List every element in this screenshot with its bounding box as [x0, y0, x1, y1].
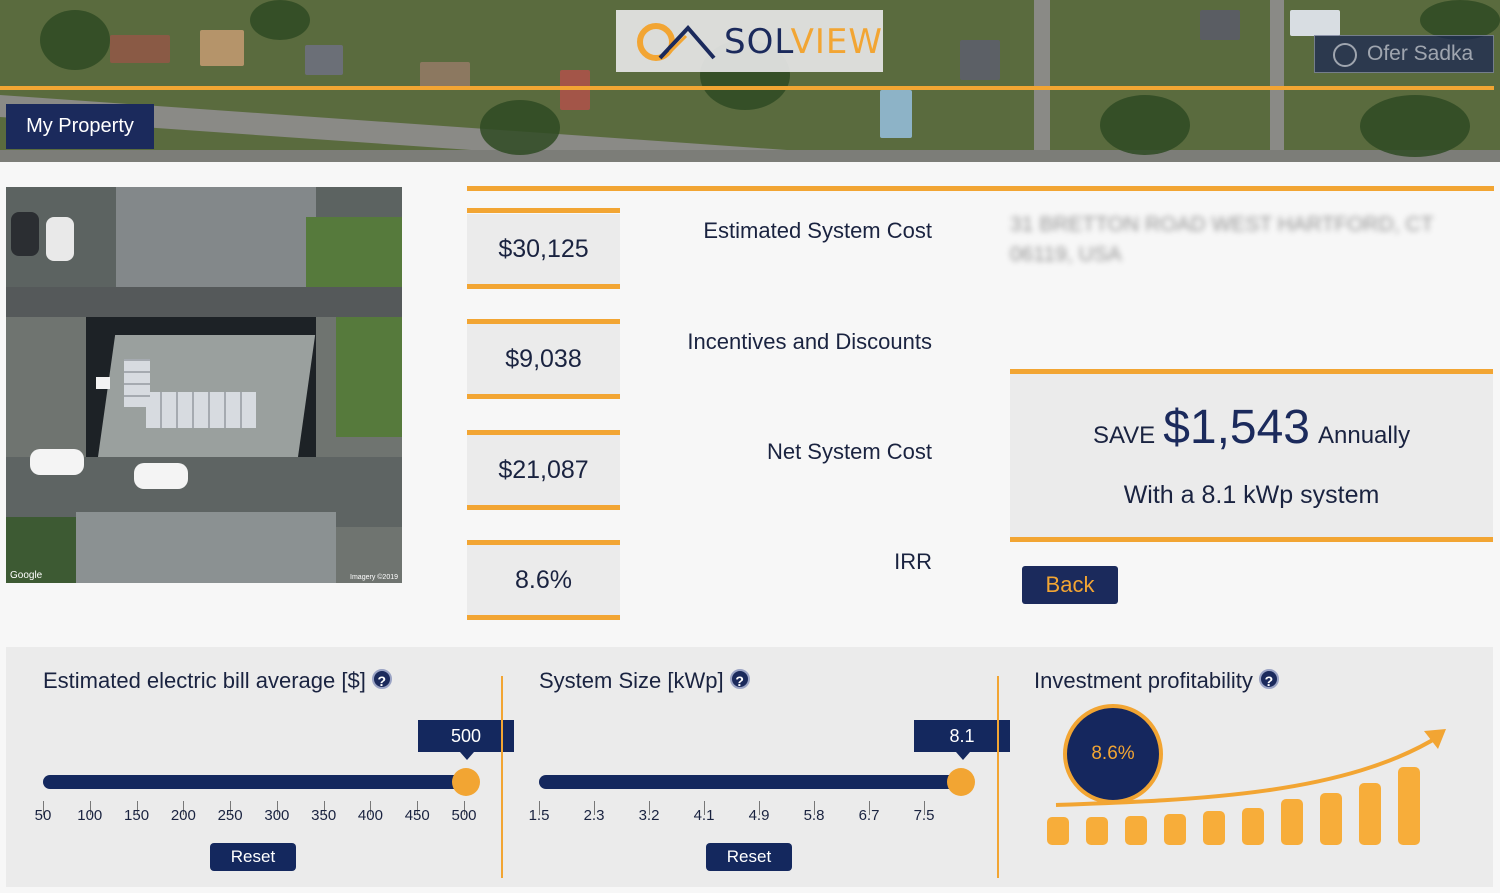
property-address: 31 BRETTON ROAD WEST HARTFORD, CT 06119,… [1010, 213, 1434, 266]
profitability-title-text: Investment profitability [1034, 668, 1253, 693]
help-icon[interactable]: ? [371, 669, 392, 689]
size-slider-title: System Size [kWp]? [539, 668, 750, 694]
savings-bottom-rule [1010, 537, 1493, 542]
profitability-bar [1242, 808, 1264, 845]
metric-rule [467, 208, 620, 213]
slider-tick-label: 100 [77, 807, 103, 824]
logo-wordmark: SOLVIEW [724, 22, 883, 62]
size-slider-track[interactable] [539, 775, 962, 789]
size-slider-handle[interactable] [947, 768, 975, 796]
slider-tick-label: 1.5 [528, 807, 550, 824]
incentives-value: $9,038 [467, 324, 620, 394]
profitability-title: Investment profitability? [1034, 668, 1279, 694]
slider-tick-label: 150 [124, 807, 150, 824]
slider-tick-label: 2.3 [583, 807, 605, 824]
net-system-cost-value: $21,087 [467, 435, 620, 505]
metric-rule [467, 284, 620, 289]
help-icon[interactable]: ? [1258, 669, 1279, 689]
property-satellite-map[interactable]: Google Imagery ©2019 [6, 187, 402, 583]
solview-logo: SOLVIEW [616, 10, 883, 72]
profitability-bar [1203, 811, 1225, 845]
metric-rule [467, 615, 620, 620]
bill-slider-title-text: Estimated electric bill average [$] [43, 668, 366, 693]
slider-tick-label: 7.5 [913, 807, 935, 824]
panel-divider [501, 676, 503, 878]
back-button[interactable]: Back [1022, 566, 1118, 604]
save-suffix: Annually [1318, 422, 1411, 449]
map-attribution-imagery: Imagery ©2019 [350, 574, 398, 581]
bill-slider-track[interactable] [43, 775, 466, 789]
profitability-bar [1281, 799, 1303, 845]
savings-line: SAVE $1,543 Annually [1010, 400, 1493, 455]
profitability-bar [1359, 783, 1381, 845]
metric-rule [467, 505, 620, 510]
header-accent-rule [0, 86, 1494, 90]
slider-tick-label: 250 [217, 807, 243, 824]
slider-tick-label: 200 [170, 807, 196, 824]
slider-tick-label: 400 [357, 807, 383, 824]
irr-value: 8.6% [467, 545, 620, 615]
size-reset-button[interactable]: Reset [706, 843, 792, 871]
profitability-bar [1164, 814, 1186, 845]
user-name: Ofer Sadka [1367, 42, 1474, 65]
profitability-bar [1047, 817, 1069, 845]
irr-label: IRR [894, 549, 932, 574]
bill-slider-handle[interactable] [452, 768, 480, 796]
controls-panel: Estimated electric bill average [$]? 500… [6, 647, 1493, 887]
save-prefix: SAVE [1092, 422, 1156, 449]
slider-tick-label: 5.8 [803, 807, 825, 824]
slider-tick-label: 300 [264, 807, 290, 824]
my-property-button[interactable]: My Property [6, 104, 154, 149]
logo-wordmark-view: VIEW [790, 22, 883, 62]
annual-savings-card: SAVE $1,543 Annually With a 8.1 kWp system [1010, 374, 1493, 538]
help-icon[interactable]: ? [729, 669, 750, 689]
user-avatar-icon [1333, 43, 1357, 67]
profitability-bar [1086, 817, 1108, 845]
user-menu-button[interactable]: Ofer Sadka [1314, 35, 1494, 73]
logo-wordmark-sol: SOL [724, 22, 791, 62]
slider-tick-label: 50 [34, 807, 52, 824]
annual-savings-amount: $1,543 [1163, 401, 1310, 454]
estimated-system-cost-value: $30,125 [467, 214, 620, 284]
profitability-bar [1398, 767, 1420, 845]
estimated-system-cost-label: Estimated System Cost [703, 218, 932, 243]
profitability-bar [1125, 816, 1147, 845]
logo-mark-icon [637, 23, 716, 61]
slider-tick-label: 4.1 [693, 807, 715, 824]
slider-tick-label: 6.7 [858, 807, 880, 824]
slider-tick-label: 350 [311, 807, 337, 824]
bill-slider-title: Estimated electric bill average [$]? [43, 668, 392, 694]
metric-rule [467, 394, 620, 399]
net-system-cost-label: Net System Cost [766, 439, 932, 464]
incentives-label: Incentives and Discounts [687, 329, 932, 354]
header-aerial-banner: SOLVIEW Ofer Sadka My Property [0, 0, 1500, 162]
slider-tick-label: 3.2 [638, 807, 660, 824]
size-slider-title-text: System Size [kWp] [539, 668, 724, 693]
bill-reset-button[interactable]: Reset [210, 843, 296, 871]
bill-slider-value-bubble: 500 [418, 720, 514, 760]
metrics-top-rule [467, 186, 1494, 191]
profitability-bar [1320, 793, 1342, 845]
size-slider-value-bubble: 8.1 [914, 720, 1010, 760]
slider-tick-label: 4.9 [748, 807, 770, 824]
panel-divider [997, 676, 999, 878]
system-size-summary: With a 8.1 kWp system [1123, 481, 1380, 509]
slider-tick-label: 450 [404, 807, 430, 824]
map-attribution-google: Google [10, 570, 43, 581]
slider-tick-label: 500 [451, 807, 477, 824]
irr-badge: 8.6% [1063, 704, 1163, 804]
